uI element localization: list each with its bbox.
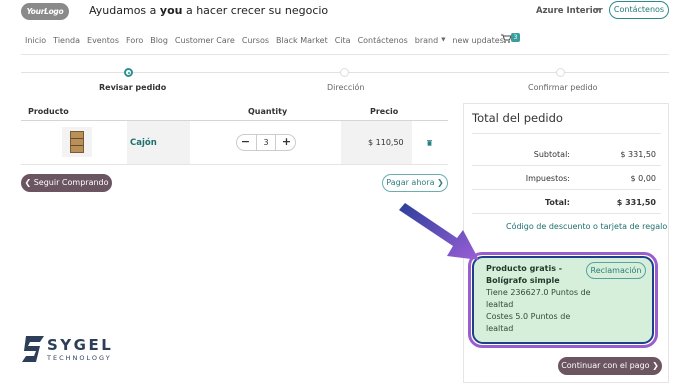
nav-item-black-market[interactable]: Black Market xyxy=(276,36,328,45)
step-address-label: Dirección xyxy=(327,83,365,92)
column-header-price: Precio xyxy=(370,107,399,116)
nav-item-cursos[interactable]: Cursos xyxy=(242,36,269,45)
nav-item-blog[interactable]: Blog xyxy=(150,36,168,45)
chevron-down-icon[interactable]: ▼ xyxy=(441,37,445,43)
quantity-stepper: − 3 + xyxy=(236,134,296,151)
chevron-down-icon[interactable]: ▼ xyxy=(595,7,600,14)
tagline: Ayudamos a you a hacer crecer su negocio xyxy=(89,4,329,17)
trash-icon[interactable] xyxy=(426,139,433,146)
taxes-label: Impuestos: xyxy=(525,174,570,183)
nav-item-cita[interactable]: Cita xyxy=(335,36,351,45)
cart-count-badge: 3 xyxy=(511,33,520,42)
annotation-arrow-icon xyxy=(399,203,479,260)
summary-divider xyxy=(472,165,661,166)
subtotal-value: $ 331,50 xyxy=(620,150,656,159)
reward-points-text: Tiene 236627.0 Puntos de lealtad xyxy=(486,288,591,309)
summary-divider xyxy=(472,213,661,214)
main-nav: Inicio Tienda Eventos Foro Blog Customer… xyxy=(25,34,511,46)
step-confirm-label: Confirmar pedido xyxy=(528,83,598,92)
cart-icon[interactable] xyxy=(501,34,512,46)
continue-shopping-button[interactable]: ❮ Seguir Comprando xyxy=(21,174,112,192)
company-logo[interactable]: YourLogo xyxy=(21,3,69,20)
step-dot-confirm xyxy=(556,68,565,77)
claim-reward-button[interactable]: Reclamación xyxy=(586,262,646,279)
contact-us-button[interactable]: Contáctenos xyxy=(609,1,669,19)
nav-item-brand[interactable]: brand xyxy=(415,36,438,45)
nav-item-contactenos[interactable]: Contáctenos xyxy=(358,36,408,45)
table-row-divider xyxy=(21,164,448,165)
quantity-input[interactable]: 3 xyxy=(256,135,276,150)
summary-divider xyxy=(472,133,661,134)
step-dot-address xyxy=(340,68,349,77)
column-header-product: Producto xyxy=(28,107,69,116)
company-switcher[interactable]: Azure Interior xyxy=(536,6,603,16)
discount-code-link[interactable]: Código de descuento o tarjeta de regalo xyxy=(506,222,667,231)
nav-item-eventos[interactable]: Eventos xyxy=(87,36,119,45)
nav-divider xyxy=(21,54,669,55)
product-name-link[interactable]: Cajón xyxy=(130,138,157,148)
nav-item-new-updates[interactable]: new updates xyxy=(452,36,503,45)
sygel-logo-icon xyxy=(22,336,44,362)
summary-divider xyxy=(472,189,661,190)
summary-title: Total del pedido xyxy=(472,111,563,125)
nav-item-tienda[interactable]: Tienda xyxy=(53,36,80,45)
minus-icon[interactable]: − xyxy=(237,135,254,150)
taxes-value: $ 0,00 xyxy=(630,174,656,183)
line-price: $ 110,50 xyxy=(368,138,404,147)
subtotal-label: Subtotal: xyxy=(533,150,570,159)
total-value: $ 331,50 xyxy=(616,198,656,207)
nav-item-customer-care[interactable]: Customer Care xyxy=(175,36,235,45)
reward-cost-text: Costes 5.0 Puntos de lealtad xyxy=(486,312,571,333)
step-review-label: Revisar pedido xyxy=(99,83,167,92)
nav-item-foro[interactable]: Foro xyxy=(126,36,143,45)
step-dot-review xyxy=(124,68,133,77)
reward-title: Producto gratis - Bolígrafo simple xyxy=(486,264,563,285)
watermark-name: SYGEL xyxy=(47,336,114,354)
drawer-product-icon xyxy=(70,131,84,153)
plus-icon[interactable]: + xyxy=(278,135,295,150)
continue-to-payment-button[interactable]: Continuar con el pago ❯ xyxy=(558,357,662,375)
column-header-quantity: Quantity xyxy=(248,107,288,116)
nav-item-inicio[interactable]: Inicio xyxy=(25,36,46,45)
watermark-subtitle: TECHNOLOGY xyxy=(47,354,112,362)
pay-now-button[interactable]: Pagar ahora ❯ xyxy=(382,174,448,192)
